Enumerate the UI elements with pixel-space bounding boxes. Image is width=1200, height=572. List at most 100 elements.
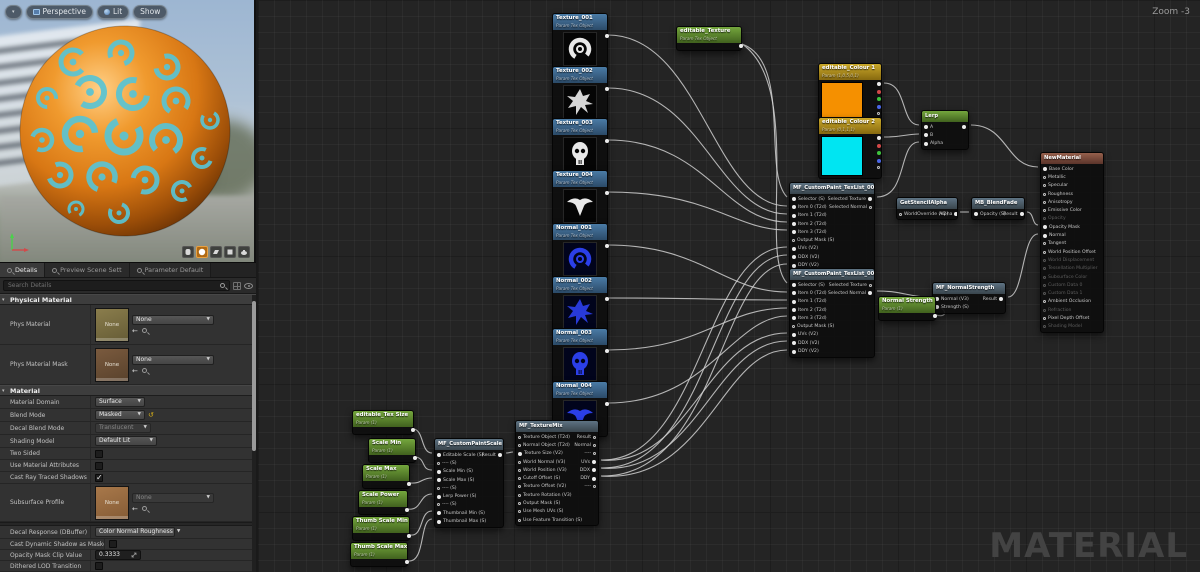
tab-details[interactable]: Details [0, 263, 46, 277]
preview-sphere[interactable] [18, 24, 232, 238]
input-pin[interactable] [792, 325, 795, 329]
input-pin[interactable] [518, 477, 521, 481]
output-pin[interactable] [605, 139, 609, 143]
output-pin[interactable] [592, 476, 596, 481]
browse-icon[interactable] [141, 328, 147, 333]
input-pin[interactable] [1043, 267, 1046, 271]
two-sided-checkbox[interactable] [95, 449, 103, 458]
input-pin[interactable] [437, 519, 441, 524]
input-pin[interactable] [518, 510, 521, 514]
output-pin[interactable] [999, 297, 1003, 302]
input-pin[interactable] [974, 212, 978, 217]
use-material-attributes-checkbox[interactable] [95, 461, 103, 470]
preview-shape-sphere-button[interactable] [196, 246, 208, 258]
input-pin[interactable] [518, 502, 521, 506]
node-texlist-2[interactable]: MF_CustomPaint_TexList_004 Selector (S) Se… [789, 268, 875, 358]
input-pin[interactable] [437, 486, 440, 490]
input-pin[interactable] [899, 212, 902, 216]
output-pin[interactable] [593, 443, 596, 447]
input-pin[interactable] [1043, 233, 1047, 238]
cast-ray-traced-shadows-checkbox[interactable] [95, 473, 103, 482]
node-texture-003[interactable]: Texture_003 Param Tex Object [552, 118, 609, 174]
node-thumb-scale-min[interactable]: Thumb Scale Min Param (1) [352, 516, 411, 541]
output-pin[interactable] [605, 244, 609, 248]
input-pin[interactable] [792, 230, 796, 235]
input-pin[interactable] [518, 493, 521, 497]
output-pin[interactable] [869, 205, 872, 209]
node-scale-max[interactable]: Scale Max Param (1) [362, 464, 411, 489]
node-editable-colour-2[interactable]: editable_Colour 2 Param (0,1,1,1) [818, 117, 882, 179]
cast-dynamic-shadow-checkbox[interactable] [109, 540, 117, 548]
output-pin[interactable] [593, 435, 596, 439]
phys-material-thumbnail[interactable]: None [95, 307, 129, 342]
input-pin[interactable] [792, 349, 796, 354]
input-pin[interactable] [792, 263, 796, 268]
use-selected-icon[interactable]: ← [132, 367, 138, 375]
output-pin[interactable] [593, 452, 596, 456]
input-pin[interactable] [792, 239, 795, 243]
browse-icon[interactable] [141, 506, 147, 511]
subsurface-profile-thumbnail[interactable]: None [95, 485, 129, 520]
output-pin[interactable] [877, 112, 880, 115]
phys-material-mask-dropdown[interactable]: None ▼ [132, 354, 214, 365]
input-pin[interactable] [792, 197, 796, 202]
input-pin[interactable] [1043, 167, 1047, 172]
node-texture-002[interactable]: Texture_002 Param Tex Object [552, 66, 609, 122]
output-pin[interactable] [405, 560, 409, 564]
input-pin[interactable] [792, 332, 796, 337]
section-material[interactable]: Material [0, 385, 256, 396]
input-pin[interactable] [792, 283, 796, 288]
output-pin[interactable] [605, 349, 609, 353]
preview-shape-cube-button[interactable] [224, 246, 236, 258]
search-input[interactable]: Search Details [3, 280, 230, 291]
material-graph-canvas[interactable]: Zoom -3 MATERIAL Texture_001 Param Tex Ob… [258, 0, 1200, 572]
input-pin[interactable] [1043, 258, 1046, 262]
input-pin[interactable] [1043, 292, 1046, 296]
input-pin[interactable] [1043, 250, 1046, 254]
browse-icon[interactable] [141, 368, 147, 373]
output-pin[interactable] [1019, 212, 1024, 217]
input-pin[interactable] [1043, 242, 1046, 246]
input-pin[interactable] [792, 291, 796, 296]
node-mf-texturemix[interactable]: MF_TextureMix Texture Object (T2d) Result N… [515, 420, 599, 527]
input-pin[interactable] [1043, 225, 1047, 230]
input-pin[interactable] [1043, 308, 1046, 312]
input-pin[interactable] [437, 511, 441, 516]
color-swatch[interactable] [821, 82, 863, 122]
output-pin[interactable] [877, 97, 881, 101]
preview-shape-plane-button[interactable] [210, 246, 222, 258]
input-pin[interactable] [792, 246, 796, 251]
input-pin[interactable] [437, 453, 441, 458]
node-texture-001[interactable]: Texture_001 Param Tex Object [552, 13, 609, 69]
input-pin[interactable] [1043, 316, 1046, 320]
input-pin[interactable] [1043, 200, 1046, 204]
dithered-lod-checkbox[interactable] [95, 562, 103, 570]
output-pin[interactable] [868, 197, 872, 202]
phys-material-dropdown[interactable]: None ▼ [132, 314, 214, 325]
input-pin[interactable] [437, 503, 440, 507]
input-pin[interactable] [437, 461, 440, 465]
output-pin[interactable] [877, 82, 881, 86]
input-pin[interactable] [792, 255, 796, 260]
phys-material-mask-thumbnail[interactable]: None [95, 347, 129, 382]
input-pin[interactable] [518, 443, 521, 447]
input-pin[interactable] [792, 205, 796, 210]
output-pin[interactable] [933, 314, 937, 318]
input-pin[interactable] [518, 485, 521, 489]
input-pin[interactable] [437, 494, 441, 499]
output-pin[interactable] [877, 104, 881, 109]
output-pin[interactable] [407, 482, 411, 486]
preview-shape-mesh-button[interactable] [238, 246, 250, 258]
node-get-stencil-alpha[interactable]: GetStencilAlpha WorldOverride (V2) Alpha [896, 197, 958, 221]
output-pin[interactable] [605, 297, 609, 301]
node-normal-001[interactable]: Normal_001 Param Tex Object [552, 223, 609, 279]
input-pin[interactable] [518, 518, 521, 522]
output-pin[interactable] [954, 212, 957, 217]
output-pin[interactable] [877, 136, 881, 140]
output-pin[interactable] [877, 89, 881, 94]
node-normal-strength[interactable]: Normal Strength Param (1) [878, 296, 937, 321]
input-pin[interactable] [1043, 275, 1046, 279]
output-pin[interactable] [877, 151, 881, 155]
input-pin[interactable] [518, 468, 521, 472]
node-normal-002[interactable]: Normal_002 Param Tex Object [552, 276, 609, 332]
